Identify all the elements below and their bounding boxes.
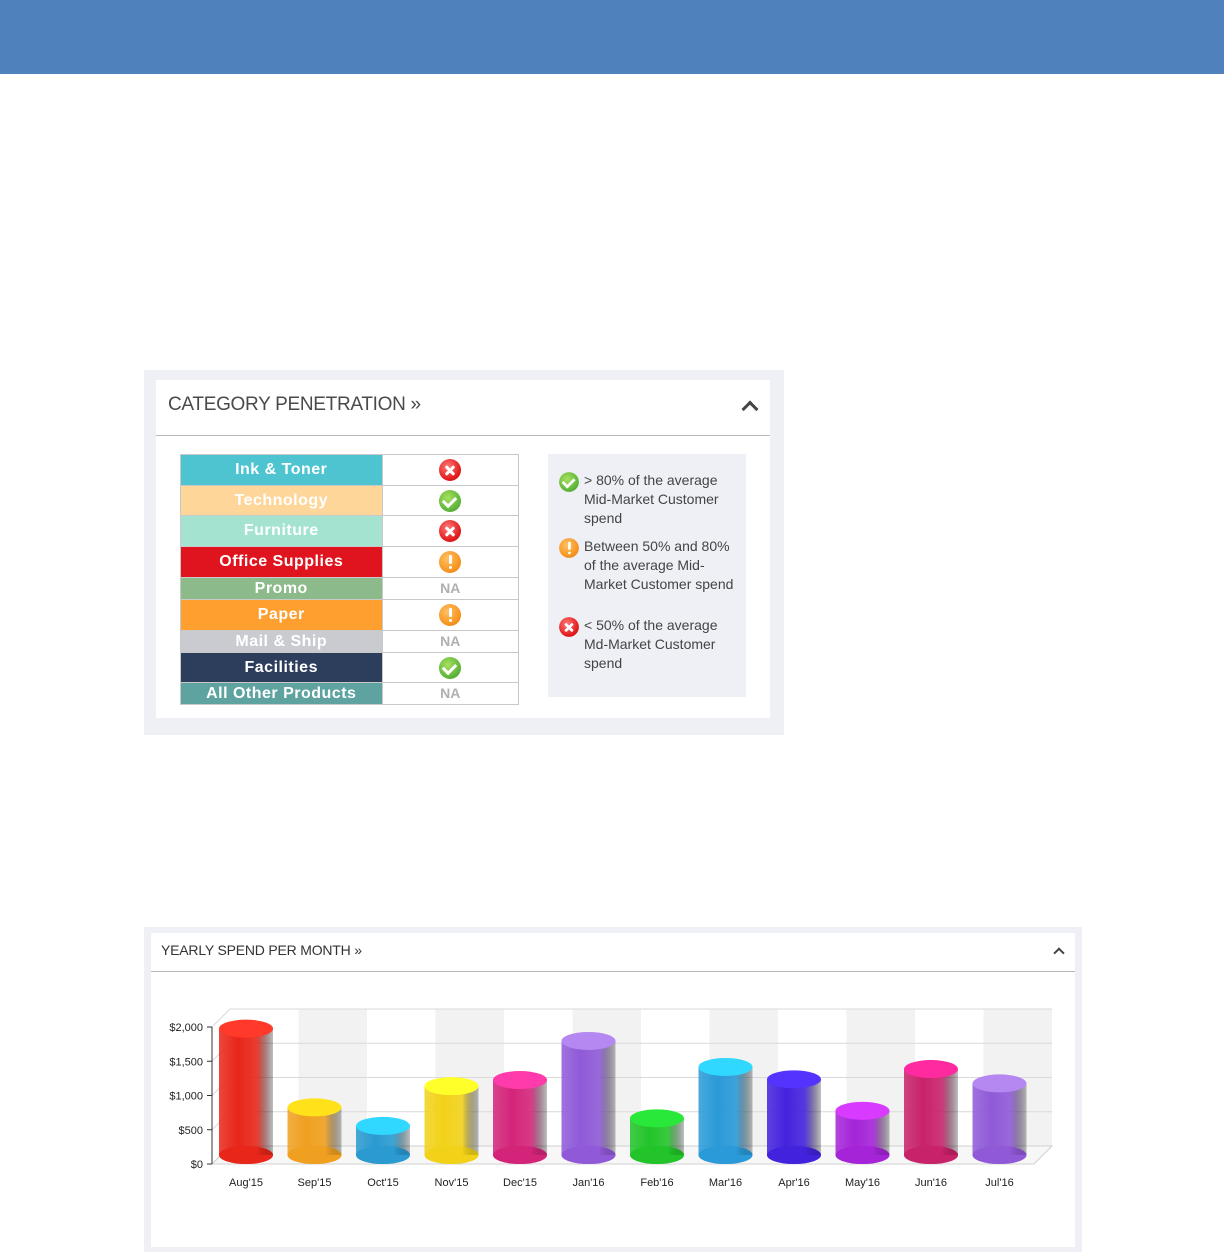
category-status <box>381 652 519 683</box>
legend-text: > 80% of the average Mid-Market Customer… <box>584 472 719 526</box>
x-icon <box>439 459 462 481</box>
collapse-chevron-up-icon[interactable] <box>1053 947 1065 959</box>
category-name: All Other Products <box>180 682 383 705</box>
check-icon <box>439 656 462 679</box>
category-row: Mail & Ship NA <box>180 630 519 653</box>
category-status <box>381 454 519 486</box>
category-status <box>381 485 519 516</box>
category-status: NA <box>381 682 519 705</box>
category-name: Paper <box>180 599 383 631</box>
category-name: Furniture <box>180 515 383 547</box>
category-row: All Other Products NA <box>180 682 519 705</box>
category-status <box>381 515 519 547</box>
category-penetration-card: CATEGORY PENETRATION » Ink & Toner Techno… <box>156 380 770 718</box>
category-row: Furniture <box>180 515 519 547</box>
yearly-spend-card: YEARLY SPEND PER MONTH » <box>151 933 1075 1247</box>
legend-text: Between 50% and 80% of the average Mid-M… <box>584 538 734 592</box>
not-available-label: NA <box>440 684 461 701</box>
check-icon <box>559 472 579 492</box>
category-status <box>381 546 519 578</box>
not-available-label: NA <box>440 579 461 596</box>
category-status: NA <box>381 577 519 600</box>
category-name: Office Supplies <box>180 546 383 578</box>
top-banner <box>0 0 1224 74</box>
category-penetration-header: CATEGORY PENETRATION » <box>156 380 770 436</box>
category-status <box>381 599 519 631</box>
x-icon <box>439 520 462 542</box>
category-name: Technology <box>180 485 383 516</box>
category-row: Technology <box>180 485 519 516</box>
yearly-spend-header: YEARLY SPEND PER MONTH » <box>151 933 1075 972</box>
yearly-spend-title[interactable]: YEARLY SPEND PER MONTH » <box>161 942 362 958</box>
category-name: Promo <box>180 577 383 600</box>
status-legend: > 80% of the average Mid-Market Customer… <box>548 454 746 697</box>
yearly-spend-panel: YEARLY SPEND PER MONTH » <box>144 927 1082 1252</box>
exclamation-icon <box>439 551 462 573</box>
category-row: Facilities <box>180 652 519 683</box>
exclamation-icon <box>559 538 579 558</box>
not-available-label: NA <box>440 632 461 649</box>
category-penetration-panel: CATEGORY PENETRATION » Ink & Toner Techno… <box>144 370 784 735</box>
category-name: Mail & Ship <box>180 630 383 653</box>
check-icon <box>439 489 462 512</box>
category-status: NA <box>381 630 519 653</box>
category-row: Promo NA <box>180 577 519 600</box>
category-table: Ink & Toner Technology Furniture Office Sup… <box>180 454 519 705</box>
category-penetration-title[interactable]: CATEGORY PENETRATION » <box>168 394 421 416</box>
category-name: Ink & Toner <box>180 454 383 486</box>
category-row: Office Supplies <box>180 546 519 578</box>
category-row: Ink & Toner <box>180 454 519 486</box>
category-name: Facilities <box>180 652 383 683</box>
category-row: Paper <box>180 599 519 631</box>
x-icon <box>559 617 579 637</box>
legend-text: < 50% of the average Md-Market Customer … <box>584 617 718 671</box>
exclamation-icon <box>439 604 462 626</box>
collapse-chevron-up-icon[interactable] <box>741 400 759 418</box>
